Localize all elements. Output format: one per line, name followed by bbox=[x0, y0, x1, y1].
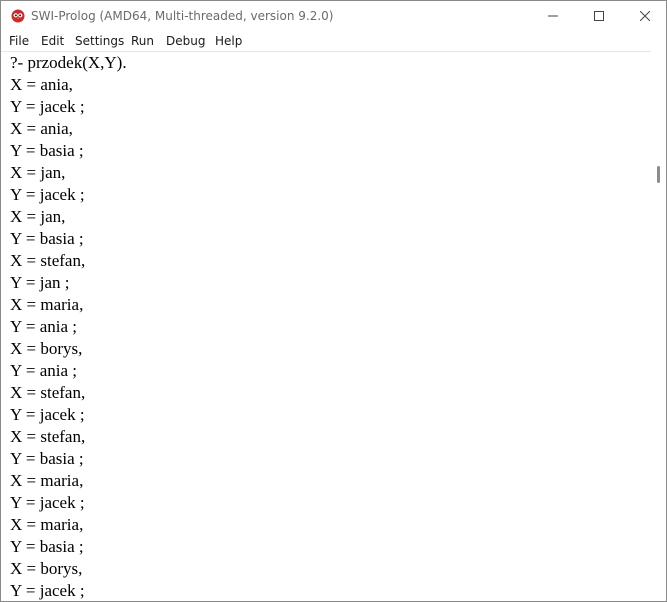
console-line: Y = basia ; bbox=[10, 537, 84, 556]
console-line: Y = jacek ; bbox=[10, 185, 85, 204]
close-icon bbox=[640, 11, 650, 21]
swi-prolog-owl-icon bbox=[11, 9, 25, 23]
console-line: X = ania, bbox=[10, 75, 73, 94]
console-line: Y = jacek ; bbox=[10, 493, 85, 512]
console-line: X = maria, bbox=[10, 471, 84, 490]
menu-help[interactable]: Help bbox=[215, 31, 242, 51]
console-query-line: ?- przodek(X,Y). bbox=[10, 53, 127, 72]
minimize-icon bbox=[548, 15, 558, 17]
console-line: X = maria, bbox=[10, 515, 84, 534]
console-output[interactable]: ?- przodek(X,Y). X = ania, Y = jacek ; X… bbox=[1, 51, 651, 601]
maximize-button[interactable] bbox=[576, 1, 622, 31]
menu-file[interactable]: File bbox=[9, 31, 29, 51]
menu-settings[interactable]: Settings bbox=[75, 31, 124, 51]
console-line: X = jan, bbox=[10, 207, 66, 226]
menu-debug[interactable]: Debug bbox=[166, 31, 205, 51]
console-line: X = borys, bbox=[10, 339, 83, 358]
swi-prolog-window: SWI-Prolog (AMD64, Multi-threaded, versi… bbox=[0, 0, 667, 602]
console-line: X = maria, bbox=[10, 295, 84, 314]
console-line: Y = jacek ; bbox=[10, 405, 85, 424]
console-line: X = stefan, bbox=[10, 251, 86, 270]
console-line: Y = basia ; bbox=[10, 449, 84, 468]
maximize-icon bbox=[594, 11, 604, 21]
menu-bar: File Edit Settings Run Debug Help bbox=[1, 31, 666, 51]
console-line: Y = jan ; bbox=[10, 273, 70, 292]
vertical-scrollbar[interactable] bbox=[651, 51, 666, 601]
console-line: Y = ania ; bbox=[10, 361, 78, 380]
title-bar[interactable]: SWI-Prolog (AMD64, Multi-threaded, versi… bbox=[1, 1, 666, 31]
scrollbar-thumb[interactable] bbox=[657, 166, 660, 183]
menu-edit[interactable]: Edit bbox=[41, 31, 64, 51]
console-line: X = jan, bbox=[10, 163, 66, 182]
console-line: Y = jacek ; bbox=[10, 581, 85, 600]
menu-run[interactable]: Run bbox=[131, 31, 154, 51]
window-title: SWI-Prolog (AMD64, Multi-threaded, versi… bbox=[31, 9, 334, 23]
console-line: Y = jacek ; bbox=[10, 97, 85, 116]
console-line: X = stefan, bbox=[10, 427, 86, 446]
console-line: Y = ania ; bbox=[10, 317, 78, 336]
console-line: X = ania, bbox=[10, 119, 73, 138]
console-line: Y = basia ; bbox=[10, 229, 84, 248]
minimize-button[interactable] bbox=[530, 1, 576, 31]
console-line: X = borys, bbox=[10, 559, 83, 578]
close-button[interactable] bbox=[622, 1, 666, 31]
console-line: Y = basia ; bbox=[10, 141, 84, 160]
console-line: X = stefan, bbox=[10, 383, 86, 402]
